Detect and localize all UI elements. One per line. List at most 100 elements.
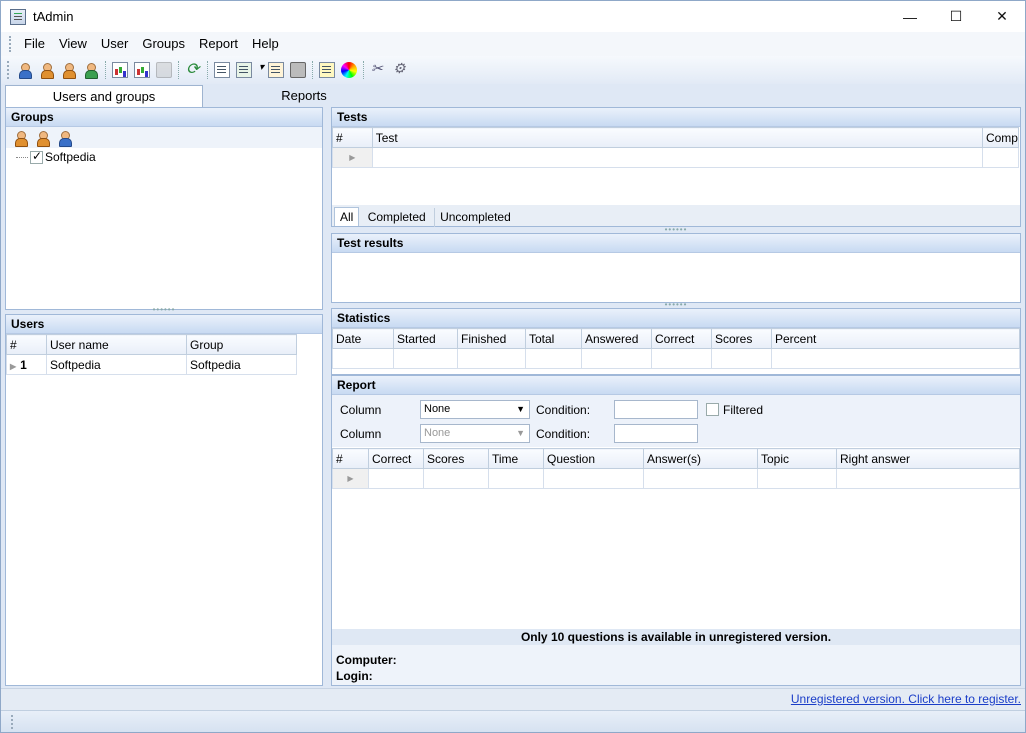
report-info: Computer: Login: <box>332 645 1020 685</box>
users-col-group[interactable]: Group <box>186 334 297 355</box>
maximize-button[interactable]: ☐ <box>933 1 979 32</box>
add-user-button[interactable] <box>14 59 36 81</box>
tests-header: Tests <box>332 108 1020 127</box>
test-results-panel: Test results <box>331 233 1021 303</box>
chevron-down-icon: ▼ <box>516 428 525 438</box>
statistics-header-row: Date Started Finished Total Answered Cor… <box>332 328 1020 349</box>
stat-col-correct[interactable]: Correct <box>651 328 712 349</box>
table-row[interactable] <box>332 348 1020 369</box>
tree-item[interactable]: ✓ Softpedia <box>6 148 322 164</box>
column-select[interactable]: None ▼ <box>420 400 530 419</box>
report-cell <box>543 468 644 489</box>
menu-help[interactable]: Help <box>245 32 286 56</box>
tree-checkbox[interactable]: ✓ <box>30 148 43 164</box>
subtab-completed[interactable]: Completed <box>363 208 431 227</box>
menu-file[interactable]: File <box>17 32 52 56</box>
edit-button[interactable] <box>265 59 287 81</box>
column-select-disabled[interactable]: None ▼ <box>420 424 530 443</box>
report-col-question[interactable]: Question <box>543 448 644 469</box>
group-delete-icon <box>57 130 73 147</box>
stat-cell <box>393 348 458 369</box>
report-col-time[interactable]: Time <box>488 448 544 469</box>
tab-users-and-groups[interactable]: Users and groups <box>5 85 203 107</box>
statistics-panel: Statistics Date Started Finished Total A… <box>331 308 1021 375</box>
stat-cell <box>581 348 652 369</box>
stat-cell <box>525 348 582 369</box>
stat-col-started[interactable]: Started <box>393 328 458 349</box>
print-button[interactable] <box>287 59 309 81</box>
report-col-topic[interactable]: Topic <box>757 448 837 469</box>
users-header: Users <box>6 315 322 334</box>
menu-groups[interactable]: Groups <box>135 32 192 56</box>
delete-group-button[interactable] <box>54 127 76 149</box>
import-user-button[interactable] <box>80 59 102 81</box>
tests-col-test[interactable]: Test <box>371 127 983 148</box>
menu-view[interactable]: View <box>52 32 94 56</box>
filtered-label: Filtered <box>723 402 764 417</box>
toolbar-separator <box>105 61 106 79</box>
tab-reports[interactable]: Reports <box>204 85 404 107</box>
group-add-icon <box>13 130 29 147</box>
export-dropdown-button[interactable] <box>255 59 265 81</box>
stat-col-percent[interactable]: Percent <box>771 328 1020 349</box>
edit-user-button[interactable] <box>36 59 58 81</box>
color-button[interactable] <box>338 59 360 81</box>
menu-report[interactable]: Report <box>192 32 245 56</box>
report-cell <box>368 468 424 489</box>
highlight-button[interactable] <box>316 59 338 81</box>
edit-group-button[interactable] <box>32 127 54 149</box>
export-button[interactable] <box>233 59 255 81</box>
stat-col-total[interactable]: Total <box>525 328 582 349</box>
delete-results-button[interactable] <box>109 59 131 81</box>
stat-col-scores[interactable]: Scores <box>711 328 772 349</box>
report-filter-row-1: Column None ▼ Condition: Filtered <box>340 400 763 419</box>
app-icon <box>10 8 26 25</box>
users-col-name[interactable]: User name <box>46 334 187 355</box>
report-col-correct[interactable]: Correct <box>368 448 424 469</box>
table-row[interactable]: ▶ <box>332 147 1020 168</box>
close-button[interactable]: ✕ <box>979 1 1025 32</box>
report-col-num[interactable]: # <box>332 448 369 469</box>
subtab-all[interactable]: All <box>334 207 360 226</box>
tests-col-comp[interactable]: Comp <box>981 127 1020 148</box>
column-label: Column <box>340 426 382 441</box>
report-col-right-answer[interactable]: Right answer <box>836 448 1020 469</box>
row-indicator-icon: ▶ <box>332 468 369 489</box>
minimize-button[interactable]: — <box>887 1 933 32</box>
condition-input[interactable] <box>614 400 698 419</box>
chart-import-icon <box>134 62 150 78</box>
report-col-answers[interactable]: Answer(s) <box>643 448 758 469</box>
report-cell <box>488 468 544 489</box>
refresh-button[interactable] <box>182 59 204 81</box>
report-cell <box>423 468 489 489</box>
print-results-button[interactable] <box>153 59 175 81</box>
user-key-button[interactable] <box>58 59 80 81</box>
settings-button[interactable] <box>389 59 411 81</box>
users-col-num[interactable]: # <box>6 334 47 355</box>
stat-col-answered[interactable]: Answered <box>581 328 652 349</box>
import-results-button[interactable] <box>131 59 153 81</box>
stat-col-date[interactable]: Date <box>332 328 394 349</box>
tree-item-label: Softpedia <box>45 150 96 164</box>
groups-splitter[interactable]: •••••• <box>5 306 323 314</box>
users-header-row: # User name Group <box>6 334 297 355</box>
report-col-scores[interactable]: Scores <box>423 448 489 469</box>
tools-button[interactable] <box>367 59 389 81</box>
tests-cell <box>981 147 1020 168</box>
menu-user[interactable]: User <box>94 32 135 56</box>
tests-col-num[interactable]: # <box>332 127 373 148</box>
table-row[interactable]: ▶ <box>332 468 1020 489</box>
palette-icon <box>341 62 357 78</box>
register-link[interactable]: Unregistered version. Click here to regi… <box>791 692 1021 706</box>
condition-input-2[interactable] <box>614 424 698 443</box>
subtab-uncompleted[interactable]: Uncompleted <box>434 208 516 227</box>
document-button[interactable] <box>211 59 233 81</box>
filtered-checkbox[interactable] <box>706 403 719 416</box>
column-select-value: None <box>424 403 451 415</box>
table-row[interactable]: ▶ 1 Softpedia Softpedia <box>6 354 297 375</box>
user-key-icon <box>61 62 77 79</box>
check-icon: ✓ <box>32 148 43 163</box>
tests-table: # Test Comp ▶ <box>332 127 1020 168</box>
add-group-button[interactable] <box>10 127 32 149</box>
stat-col-finished[interactable]: Finished <box>457 328 526 349</box>
